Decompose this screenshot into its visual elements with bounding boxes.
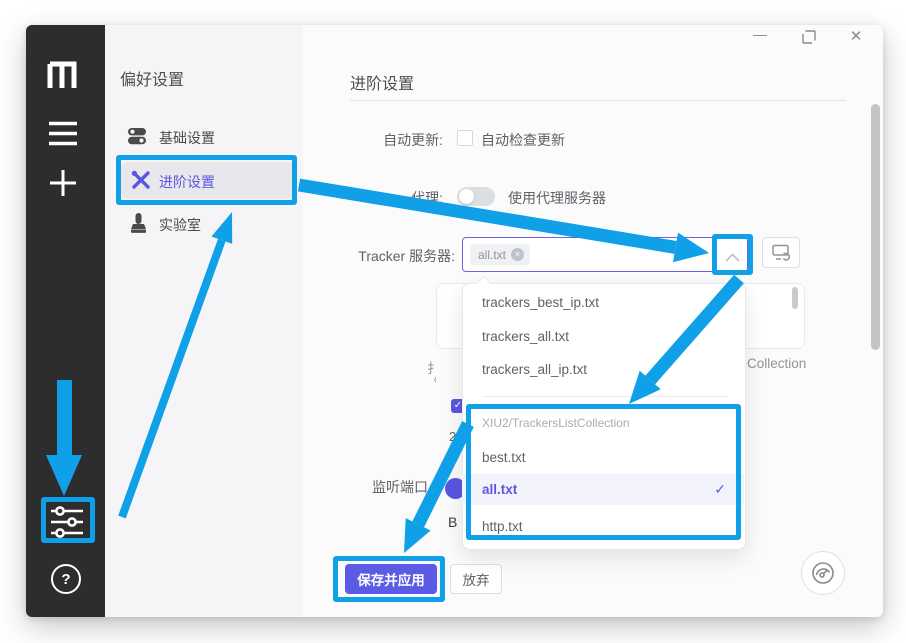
basic-settings-icon (127, 126, 147, 146)
textarea-scrollbar[interactable] (792, 287, 798, 309)
help-button[interactable]: ? (51, 564, 81, 594)
dropdown-item[interactable]: trackers_best_ip.txt (462, 285, 744, 319)
minimize-button[interactable]: — (748, 26, 772, 44)
dropdown-item[interactable]: trackers_all_ip.txt (462, 352, 744, 386)
proxy-toggle-label: 使用代理服务器 (508, 188, 606, 208)
dropdown-item[interactable]: trackers_all.txt (462, 319, 744, 353)
preferences-title: 偏好设置 (120, 66, 184, 90)
auto-update-label: 自动更新: (383, 130, 443, 150)
proxy-toggle-knob (459, 189, 474, 204)
annotation-box-dropdown-group (466, 404, 741, 540)
annotation-box-advanced-settings (116, 155, 297, 205)
page-title: 进阶设置 (350, 70, 414, 94)
help-icon: ? (61, 571, 70, 588)
nav-icon-lab (129, 212, 148, 239)
annotation-box-save-button (333, 556, 445, 602)
maximize-icon (802, 30, 816, 44)
hidden-text-fragment: B (448, 514, 457, 530)
proxy-label: 代理: (411, 188, 443, 208)
tag-close-icon[interactable]: × (511, 248, 524, 261)
sidebar-item-basic-settings[interactable]: 基础设置 (159, 128, 215, 148)
speed-indicator-button[interactable] (801, 551, 845, 595)
task-list-icon (48, 121, 78, 146)
sync-tracker-button[interactable] (762, 237, 800, 268)
lab-icon (129, 212, 148, 234)
preferences-nav-panel (105, 25, 303, 617)
discard-button[interactable]: 放弃 (450, 564, 502, 594)
motrix-logo (45, 60, 81, 90)
window-scrollbar[interactable] (871, 104, 880, 350)
task-list-button[interactable] (48, 121, 78, 146)
dropdown-divider (483, 396, 727, 397)
close-button[interactable]: ✕ (845, 27, 867, 47)
annotation-box-preferences-icon (41, 497, 95, 543)
sync-icon (772, 244, 791, 261)
tracker-server-label: Tracker 服务器: (358, 246, 455, 266)
tracker-hint-text: Collection (747, 356, 806, 371)
tracker-tag-label: all.txt (478, 248, 506, 262)
auto-update-checkbox[interactable] (457, 130, 473, 146)
maximize-button[interactable] (802, 30, 816, 49)
hidden-text-fragment: 〈 (427, 371, 436, 388)
nav-icon-basic (127, 126, 147, 151)
motrix-logo-icon (45, 60, 81, 90)
auto-update-checkbox-label: 自动检查更新 (481, 130, 565, 150)
add-task-button[interactable] (49, 169, 77, 197)
plus-icon (49, 169, 77, 197)
proxy-toggle[interactable] (457, 187, 495, 206)
tracker-tag: all.txt × (470, 244, 530, 265)
speedometer-icon (811, 561, 835, 585)
annotation-box-select-chevron (712, 234, 753, 275)
hidden-text-fragment: 2 (449, 429, 456, 444)
listen-port-label: 监听端口 (372, 477, 428, 497)
sidebar-item-lab[interactable]: 实验室 (159, 215, 201, 235)
title-divider (350, 100, 846, 101)
